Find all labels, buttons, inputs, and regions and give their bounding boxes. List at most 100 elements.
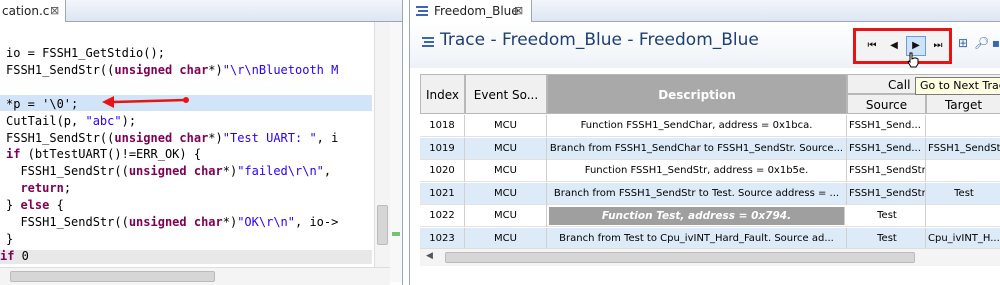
expand-icon[interactable]: ⊞ xyxy=(956,36,970,50)
trace-tab[interactable]: Freedom_Blue ⊠ xyxy=(410,0,532,22)
inactive-code-highlight xyxy=(0,250,372,264)
editor-vertical-scrollbar[interactable] xyxy=(374,22,390,267)
cell-target: Test xyxy=(926,183,1000,205)
trace-horizontal-scrollbar[interactable]: ◀ xyxy=(420,248,1000,266)
code-token: else xyxy=(20,198,50,213)
cell-target xyxy=(926,160,1000,182)
editor-tab-bar: cation.c ⊠ xyxy=(0,0,402,22)
cell-source: FSSH1_Send... xyxy=(847,115,926,137)
cell-source: FSSH1_Send... xyxy=(847,137,926,160)
scrollbar-thumb[interactable] xyxy=(10,271,215,282)
code-token: unsigned char xyxy=(114,62,209,77)
table-row[interactable]: 1022 MCU Function Test, address = 0x794. Te… xyxy=(420,205,1000,227)
editor-horizontal-scrollbar[interactable] xyxy=(0,267,390,285)
tooltip: Go to Next Trace xyxy=(915,77,1000,95)
code-editor-pane: cation.c ⊠ io = FSSH1_GetStdio(); FSSH1_S… xyxy=(0,0,403,285)
cell-index: 1022 xyxy=(420,205,465,227)
code-line[interactable]: return; xyxy=(6,180,71,196)
red-annotation-arrow-icon xyxy=(102,96,189,108)
cell-source: Test xyxy=(847,205,926,227)
code-token: *) xyxy=(208,130,223,145)
trace-icon xyxy=(422,37,434,47)
trace-tab-bar: Freedom_Blue ⊠ xyxy=(410,0,1000,22)
code-token: "Test UART: " xyxy=(222,130,317,145)
code-token: , io-> xyxy=(295,215,339,229)
close-icon[interactable]: ⊠ xyxy=(50,0,59,22)
code-token: (btTestUART()!=ERR_OK) { xyxy=(20,147,202,162)
table-row[interactable]: 1018 MCU Function FSSH1_SendChar, address … xyxy=(420,115,1000,137)
column-header-target[interactable]: Target xyxy=(926,94,1000,114)
cell-target: FSSH1_SendStr xyxy=(926,138,1000,160)
cell-event-source: MCU xyxy=(465,137,547,160)
previous-trace-button[interactable]: ◀ xyxy=(884,36,904,56)
code-line[interactable]: FSSH1_SendStr((unsigned char*)"OK\r\n", … xyxy=(6,214,338,230)
code-line[interactable]: CutTail(p, "abc"); xyxy=(6,113,136,129)
code-line[interactable]: FSSH1_SendStr((unsigned char*)"failed\r\… xyxy=(6,163,331,179)
code-line[interactable]: io = FSSH1_GetStdio(); xyxy=(6,45,165,61)
cell-description: Branch from FSSH1_SendStr to Test. Sourc… xyxy=(547,182,847,205)
code-line[interactable]: FSSH1_SendStr((unsigned char*)"Test UART… xyxy=(6,130,338,146)
overview-ruler xyxy=(390,22,402,282)
cell-event-source: MCU xyxy=(465,227,547,250)
code-token: 0 xyxy=(14,248,29,263)
code-token: "failed\r\n" xyxy=(237,164,324,179)
scrollbar-thumb[interactable] xyxy=(377,205,388,245)
close-icon[interactable]: ⊠ xyxy=(514,0,523,22)
editor-tab[interactable]: cation.c ⊠ xyxy=(0,0,66,22)
code-token: , i xyxy=(316,130,339,145)
overview-marker[interactable] xyxy=(392,232,400,236)
code-token: "OK\r\n" xyxy=(237,215,295,229)
table-row[interactable]: 1020 MCU Function FSSH1_SendStr, address =… xyxy=(420,160,1000,182)
cell-source: FSSH1_SendStr xyxy=(847,182,926,205)
column-header-source[interactable]: Source xyxy=(847,94,926,114)
cell-description: Function Test, address = 0x794. xyxy=(549,207,845,225)
code-token: "abc" xyxy=(85,113,122,128)
column-header-event-source[interactable]: Event So... xyxy=(465,74,547,114)
column-header-description[interactable]: Description xyxy=(547,74,847,114)
search-icon[interactable]: 🔎︎ xyxy=(974,36,989,50)
scroll-left-icon[interactable]: ◀ xyxy=(426,251,433,261)
code-line[interactable]: } else { xyxy=(6,197,64,213)
code-token: CutTail(p, xyxy=(6,113,86,128)
cell-description: Branch from FSSH1_SendChar to FSSH1_Send… xyxy=(547,137,847,160)
code-token: } xyxy=(6,198,21,213)
code-line[interactable]: if (btTestUART()!=ERR_OK) { xyxy=(6,146,201,162)
code-token: if xyxy=(0,248,15,263)
code-line[interactable]: if 0 xyxy=(0,248,29,264)
last-trace-button[interactable]: ⏭ xyxy=(928,36,948,56)
code-token: ; xyxy=(63,181,72,196)
cell-target xyxy=(926,115,1000,137)
cell-index: 1019 xyxy=(420,137,465,160)
cell-description: Branch from Test to Cpu_ivINT_Hard_Fault… xyxy=(547,227,847,250)
cell-target xyxy=(926,205,1000,227)
code-token: "\r\nBluetooth M xyxy=(222,62,339,77)
cell-index: 1020 xyxy=(420,160,465,182)
code-line[interactable]: *p = '\0'; xyxy=(6,96,78,112)
cell-description: Function FSSH1_SendChar, address = 0x1bc… xyxy=(547,115,847,137)
view-menu-icon[interactable]: ▪ xyxy=(991,36,1000,50)
scrollbar-thumb[interactable] xyxy=(445,252,915,263)
table-row[interactable]: 1019 MCU Branch from FSSH1_SendChar to FSS… xyxy=(420,137,1000,160)
code-token: *) xyxy=(208,62,223,77)
column-header-index[interactable]: Index xyxy=(420,74,465,114)
page-title: Trace - Freedom_Blue - Freedom_Blue xyxy=(440,30,759,50)
editor-tab-label: cation.c xyxy=(2,4,50,18)
table-row[interactable]: 1023 MCU Branch from Test to Cpu_ivINT_Har… xyxy=(420,227,1000,250)
cell-description: Function FSSH1_SendStr, address = 0x1b5e… xyxy=(547,160,847,182)
code-token: *) xyxy=(222,215,238,229)
code-line[interactable]: FSSH1_SendStr((unsigned char*)"\r\nBluet… xyxy=(6,62,338,78)
cell-event-source: MCU xyxy=(465,115,547,137)
code-token: } xyxy=(6,231,14,246)
table-row[interactable]: 1021 MCU Branch from FSSH1_SendStr to Test… xyxy=(420,182,1000,205)
cell-index: 1021 xyxy=(420,182,465,205)
code-token: FSSH1_SendStr(( xyxy=(6,164,129,179)
trace-view-pane: Freedom_Blue ⊠ Trace - Freedom_Blue - Fr… xyxy=(409,0,1000,285)
cell-index: 1023 xyxy=(420,227,465,250)
cursor-hand-icon xyxy=(907,52,919,68)
trace-icon xyxy=(416,6,428,16)
cell-source: Test xyxy=(847,227,926,250)
code-token: FSSH1_SendStr(( xyxy=(6,62,115,77)
first-trace-button[interactable]: ⏮ xyxy=(862,36,882,56)
code-line[interactable]: } xyxy=(6,231,13,247)
